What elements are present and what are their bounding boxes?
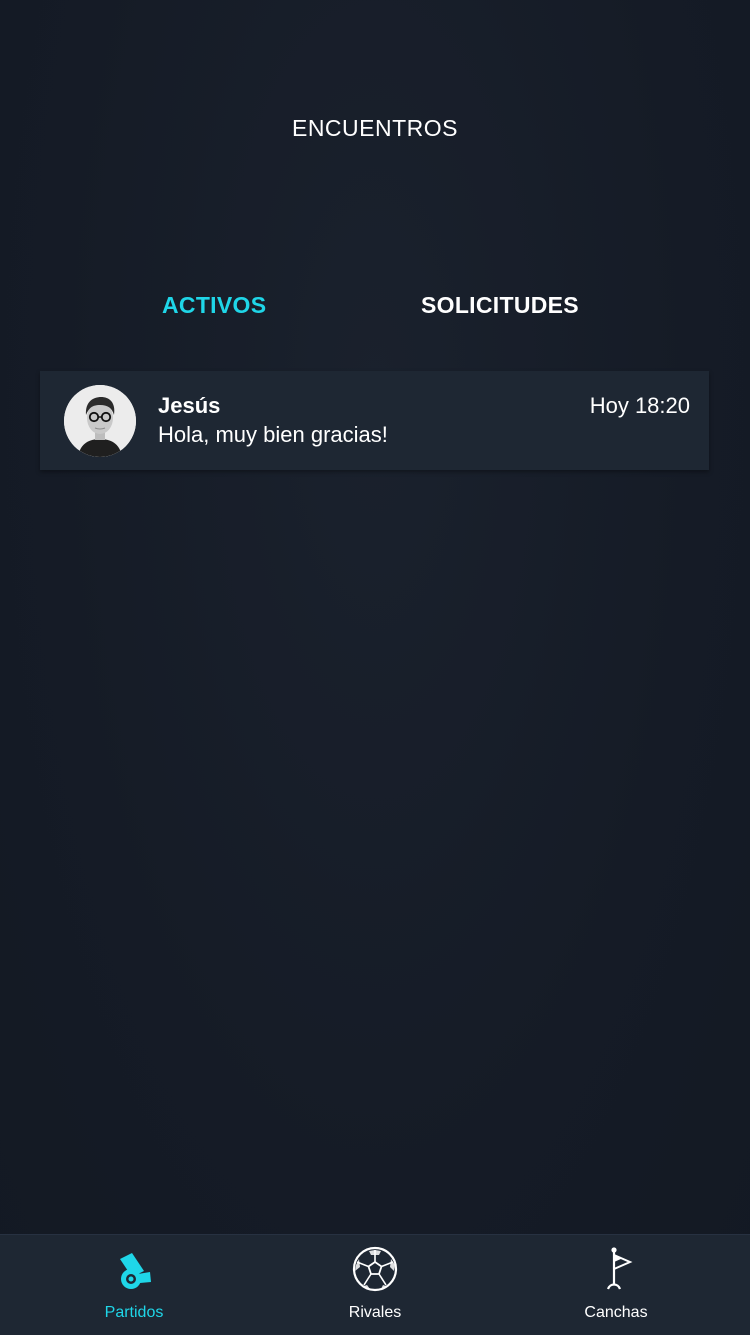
contact-name: Jesús <box>158 393 221 418</box>
soccer-ball-icon <box>351 1245 399 1293</box>
corner-flag-icon <box>592 1245 640 1293</box>
tab-bar: ACTIVOS SOLICITUDES <box>0 292 750 328</box>
nav-label-rivales: Rivales <box>348 1304 402 1321</box>
app-screen: ENCUENTROS ACTIVOS SOLICITUDES Jesús Hol… <box>0 0 750 1335</box>
nav-item-rivales[interactable]: Rivales <box>250 1235 500 1335</box>
nav-item-canchas[interactable]: Canchas <box>491 1235 741 1335</box>
message-timestamp: Hoy 18:20 <box>589 393 690 418</box>
page-title: ENCUENTROS <box>291 115 458 141</box>
whistle-icon <box>110 1245 158 1293</box>
avatar <box>64 385 136 457</box>
last-message: Hola, muy bien gracias! <box>158 422 388 447</box>
nav-item-partidos[interactable]: Partidos <box>9 1235 259 1335</box>
nav-label-partidos: Partidos <box>104 1304 164 1321</box>
bottom-navigation: Partidos Rivales Canchas <box>0 1234 750 1335</box>
tab-solicitudes[interactable]: SOLICITUDES <box>421 292 579 319</box>
nav-label-canchas: Canchas <box>584 1304 648 1321</box>
tab-activos[interactable]: ACTIVOS <box>162 292 266 319</box>
conversation-row[interactable]: Jesús Hola, muy bien gracias! Hoy 18:20 <box>40 371 709 470</box>
